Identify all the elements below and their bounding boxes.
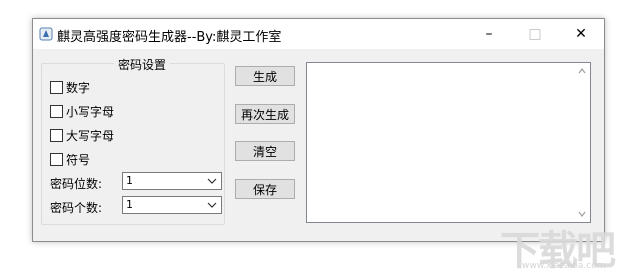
scroll-up-icon[interactable] — [576, 65, 588, 77]
checkbox-lowercase[interactable]: 小写字母 — [50, 102, 114, 120]
regenerate-button[interactable]: 再次生成 — [235, 104, 295, 124]
checkbox-digits[interactable]: 数字 — [50, 78, 90, 96]
checkbox-label: 符号 — [66, 152, 91, 167]
chevron-down-icon — [207, 202, 217, 208]
checkbox-label: 小写字母 — [66, 104, 115, 119]
clear-button[interactable]: 清空 — [235, 141, 295, 161]
password-length-label: 密码位数: — [50, 177, 103, 191]
chevron-down-icon — [207, 178, 217, 184]
minimize-icon: – — [485, 26, 493, 42]
password-settings-group: 密码设置 数字 小写字母 大写字母 符号 密码位数: 1 密码个数: 1 — [41, 56, 225, 225]
checkbox-label: 大写字母 — [66, 128, 115, 143]
close-button[interactable]: ✕ — [558, 19, 604, 49]
password-count-label: 密码个数: — [50, 201, 103, 215]
window-title: 麒灵高强度密码生成器--By:麒灵工作室 — [57, 30, 282, 45]
title-bar[interactable]: 麒灵高强度密码生成器--By:麒灵工作室 – □ ✕ — [33, 19, 604, 49]
maximize-button[interactable]: □ — [512, 19, 558, 49]
checkbox-label: 数字 — [66, 80, 91, 95]
minimize-button[interactable]: – — [466, 19, 512, 49]
app-window: 麒灵高强度密码生成器--By:麒灵工作室 – □ ✕ 密码设置 数字 小写字母 … — [32, 18, 605, 242]
generate-button[interactable]: 生成 — [235, 66, 295, 86]
group-title: 密码设置 — [114, 56, 171, 73]
checkbox-box[interactable] — [50, 128, 63, 142]
save-button[interactable]: 保存 — [235, 179, 295, 199]
checkbox-box[interactable] — [50, 80, 63, 94]
watermark-logo: 下载吧 www.xiazaiba.com — [500, 218, 618, 274]
select-value: 1 — [126, 198, 133, 211]
checkbox-uppercase[interactable]: 大写字母 — [50, 126, 114, 144]
watermark-url: www.xiazaiba.com — [522, 261, 606, 271]
app-icon — [39, 27, 53, 41]
password-count-select[interactable]: 1 — [122, 196, 222, 214]
password-output-textarea[interactable] — [306, 62, 591, 223]
password-length-select[interactable]: 1 — [122, 172, 222, 190]
maximize-icon: □ — [528, 26, 542, 42]
close-icon: ✕ — [575, 26, 587, 42]
checkbox-symbols[interactable]: 符号 — [50, 150, 90, 168]
checkbox-box[interactable] — [50, 104, 63, 118]
checkbox-box[interactable] — [50, 152, 63, 166]
select-value: 1 — [126, 174, 133, 187]
